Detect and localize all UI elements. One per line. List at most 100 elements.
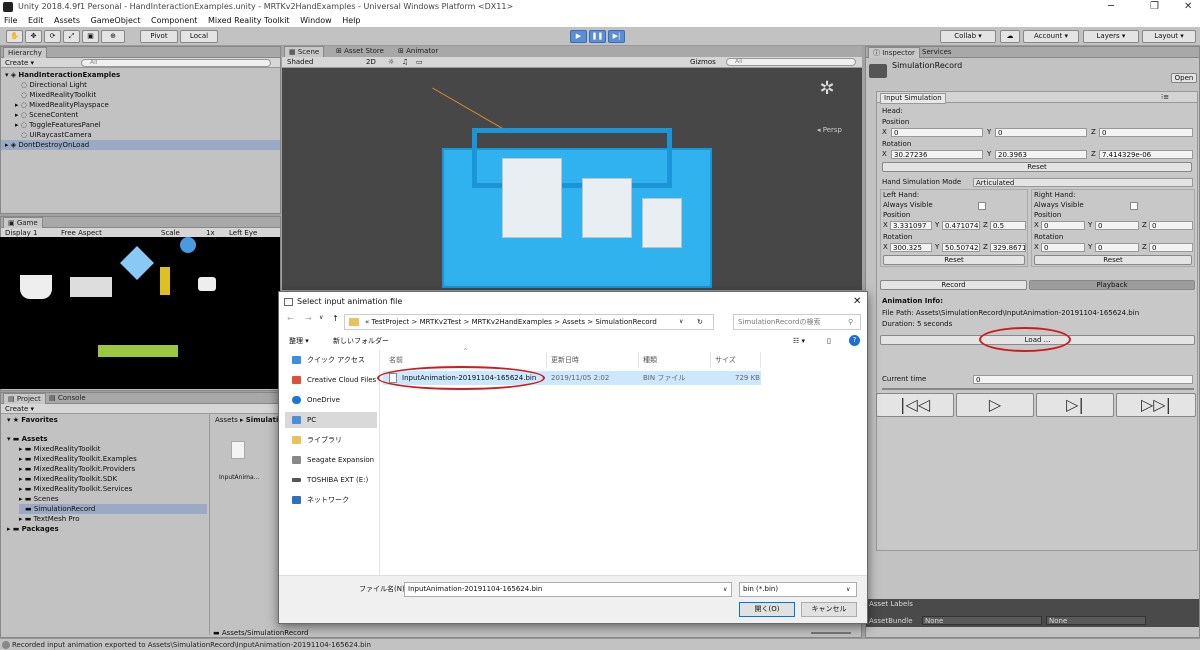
filename-input[interactable]: InputAnimation-20191104-165624.bin ∨ — [404, 582, 732, 597]
game-viewport[interactable] — [0, 237, 280, 389]
list-item[interactable]: ▸ ◌ SceneContent — [15, 110, 78, 120]
menu-window[interactable]: Window — [300, 16, 332, 25]
address-dropdown-icon[interactable]: ∨ — [679, 315, 683, 329]
nav-onedrive[interactable]: OneDrive — [285, 392, 377, 408]
left-pos-x[interactable]: 3.331097 — [890, 221, 932, 230]
recent-dropdown-icon[interactable]: ∨ — [319, 314, 323, 330]
scene-search-input[interactable]: All — [726, 58, 856, 66]
menu-file[interactable]: File — [4, 16, 17, 25]
view-options-icon[interactable]: ☷ ▾ — [793, 335, 805, 347]
right-rot-z[interactable]: 0 — [1149, 243, 1193, 252]
head-pos-x[interactable]: 0 — [891, 128, 983, 137]
asset-variant-dropdown[interactable]: None — [1046, 616, 1146, 625]
list-item[interactable]: ▬ SimulationRecord — [19, 504, 207, 514]
left-rot-x[interactable]: 300.325 — [890, 243, 932, 252]
menu-edit[interactable]: Edit — [28, 16, 44, 25]
tab-game[interactable]: ▣ Game — [3, 217, 43, 228]
menu-help[interactable]: Help — [342, 16, 360, 25]
list-item[interactable]: ▸ ▬ TextMesh Pro — [19, 514, 80, 524]
address-bar[interactable]: « TestProject > MRTKv2Test > MRTKv2HandE… — [344, 314, 714, 330]
close-icon[interactable]: ✕ — [1184, 0, 1192, 14]
preview-pane-icon[interactable]: ▯ — [827, 335, 831, 347]
account-dropdown[interactable]: Account ▾ — [1023, 30, 1079, 43]
hierarchy-scene-root[interactable]: ▾ ◈ HandInteractionExamples — [5, 70, 120, 80]
current-time-input[interactable]: 0 — [973, 375, 1193, 384]
hand-mode-dropdown[interactable]: Articulated — [973, 178, 1193, 187]
tab-inspector[interactable]: ⓘ Inspector — [868, 47, 920, 58]
col-size[interactable]: サイズ — [711, 352, 761, 368]
breadcrumb-item[interactable]: SimulationRecord — [595, 318, 656, 326]
tab-services[interactable]: Services — [918, 47, 956, 58]
open-button[interactable]: Open — [1171, 73, 1197, 83]
left-pos-y[interactable]: 0.471074 — [942, 221, 980, 230]
tab-scene[interactable]: ▦ Scene — [284, 46, 325, 57]
record-button[interactable]: Record — [880, 280, 1027, 290]
rewind-icon[interactable]: |◁◁ — [876, 393, 954, 417]
right-always-visible-checkbox[interactable] — [1130, 202, 1138, 210]
list-item[interactable]: ◌ MixedRealityToolkit — [21, 90, 96, 100]
right-reset-button[interactable]: Reset — [1034, 255, 1192, 265]
right-rot-x[interactable]: 0 — [1041, 243, 1085, 252]
layers-dropdown[interactable]: Layers ▾ — [1083, 30, 1139, 43]
tab-asset-store[interactable]: ⊞ Asset Store — [332, 46, 388, 57]
project-create-button[interactable]: Create — [5, 405, 28, 413]
light-toggle-icon[interactable]: ☼ — [388, 57, 394, 68]
2d-toggle[interactable]: 2D — [366, 57, 376, 68]
fast-forward-icon[interactable]: ▷▷| — [1116, 393, 1196, 417]
tab-console[interactable]: ▤ Console — [45, 393, 90, 404]
back-icon[interactable]: ← — [287, 314, 294, 330]
playback-button[interactable]: Playback — [1029, 280, 1195, 290]
breadcrumb-item[interactable]: MRTKv2HandExamples — [472, 318, 552, 326]
breadcrumb-item[interactable]: TestProject — [372, 318, 410, 326]
collab-button[interactable]: Collab ▾ — [940, 30, 996, 43]
shading-dropdown[interactable]: Shaded — [287, 57, 313, 68]
nav-pc[interactable]: PC — [285, 412, 377, 428]
nav-library[interactable]: ライブラリ — [285, 432, 377, 448]
right-pos-z[interactable]: 0 — [1149, 221, 1193, 230]
menu-mrtk[interactable]: Mixed Reality Toolkit — [208, 16, 290, 25]
menu-assets[interactable]: Assets — [54, 16, 80, 25]
tab-hierarchy[interactable]: Hierarchy — [3, 47, 47, 58]
play-icon[interactable]: ▷ — [956, 393, 1034, 417]
forward-icon[interactable]: → — [305, 314, 312, 330]
filetype-dropdown[interactable]: bin (*.bin) ∨ — [739, 582, 857, 597]
refresh-icon[interactable]: ↻ — [697, 315, 703, 329]
left-rot-z[interactable]: 329.8671 — [990, 243, 1026, 252]
left-always-visible-checkbox[interactable] — [978, 202, 986, 210]
hierarchy-search-input[interactable]: All — [81, 59, 271, 67]
assets-folder[interactable]: ▾ ▬ Assets — [7, 434, 48, 444]
rotate-tool-icon[interactable]: ⟳ — [44, 30, 61, 43]
step-icon[interactable]: ▶| — [608, 30, 625, 43]
nav-toshiba[interactable]: TOSHIBA EXT (E:) — [285, 472, 377, 488]
breadcrumb-item[interactable]: MRTKv2Test — [420, 318, 462, 326]
minimize-icon[interactable]: ─ — [1108, 0, 1114, 14]
breadcrumb-item[interactable]: Assets — [562, 318, 585, 326]
scene-viewport[interactable]: ✲ ◂ Persp — [282, 68, 862, 290]
list-item[interactable]: ▸ ▬ Scenes — [19, 494, 59, 504]
organize-button[interactable]: 整理 ▾ — [289, 335, 309, 347]
window-menu-icon[interactable]: ⁝≡ — [1161, 93, 1169, 102]
scale-tool-icon[interactable]: ⤢ — [63, 30, 80, 43]
head-pos-z[interactable]: 0 — [1099, 128, 1193, 137]
rect-tool-icon[interactable]: ▣ — [82, 30, 99, 43]
head-rot-y[interactable]: 20.3963 — [995, 150, 1087, 159]
hierarchy-create-button[interactable]: Create — [5, 59, 28, 67]
nav-network[interactable]: ネットワーク — [285, 492, 377, 508]
asset-bundle-dropdown[interactable]: None — [922, 616, 1042, 625]
maximize-icon[interactable]: ❐ — [1150, 0, 1159, 14]
pause-icon[interactable]: ❚❚ — [589, 30, 606, 43]
dialog-close-icon[interactable]: ✕ — [853, 292, 861, 312]
hierarchy-dontdestroy[interactable]: ▸ ◈ DontDestroyOnLoad — [1, 140, 280, 150]
list-item[interactable]: ▸ ▬ MixedRealityToolkit — [19, 444, 101, 454]
col-date[interactable]: 更新日時 — [547, 352, 639, 368]
breadcrumb-assets[interactable]: Assets — [215, 416, 238, 424]
tab-project[interactable]: ▤ Project — [3, 393, 46, 404]
head-rot-x[interactable]: 30.27236 — [891, 150, 983, 159]
tab-animator[interactable]: ⊞ Animator — [394, 46, 442, 57]
open-button[interactable]: 開く(O) — [739, 602, 795, 617]
new-folder-button[interactable]: 新しいフォルダー — [333, 335, 389, 347]
right-pos-y[interactable]: 0 — [1095, 221, 1139, 230]
step-forward-icon[interactable]: ▷| — [1036, 393, 1114, 417]
head-rot-z[interactable]: 7.414329e-06 — [1099, 150, 1193, 159]
transform-tool-icon[interactable]: ⊕ — [101, 30, 125, 43]
